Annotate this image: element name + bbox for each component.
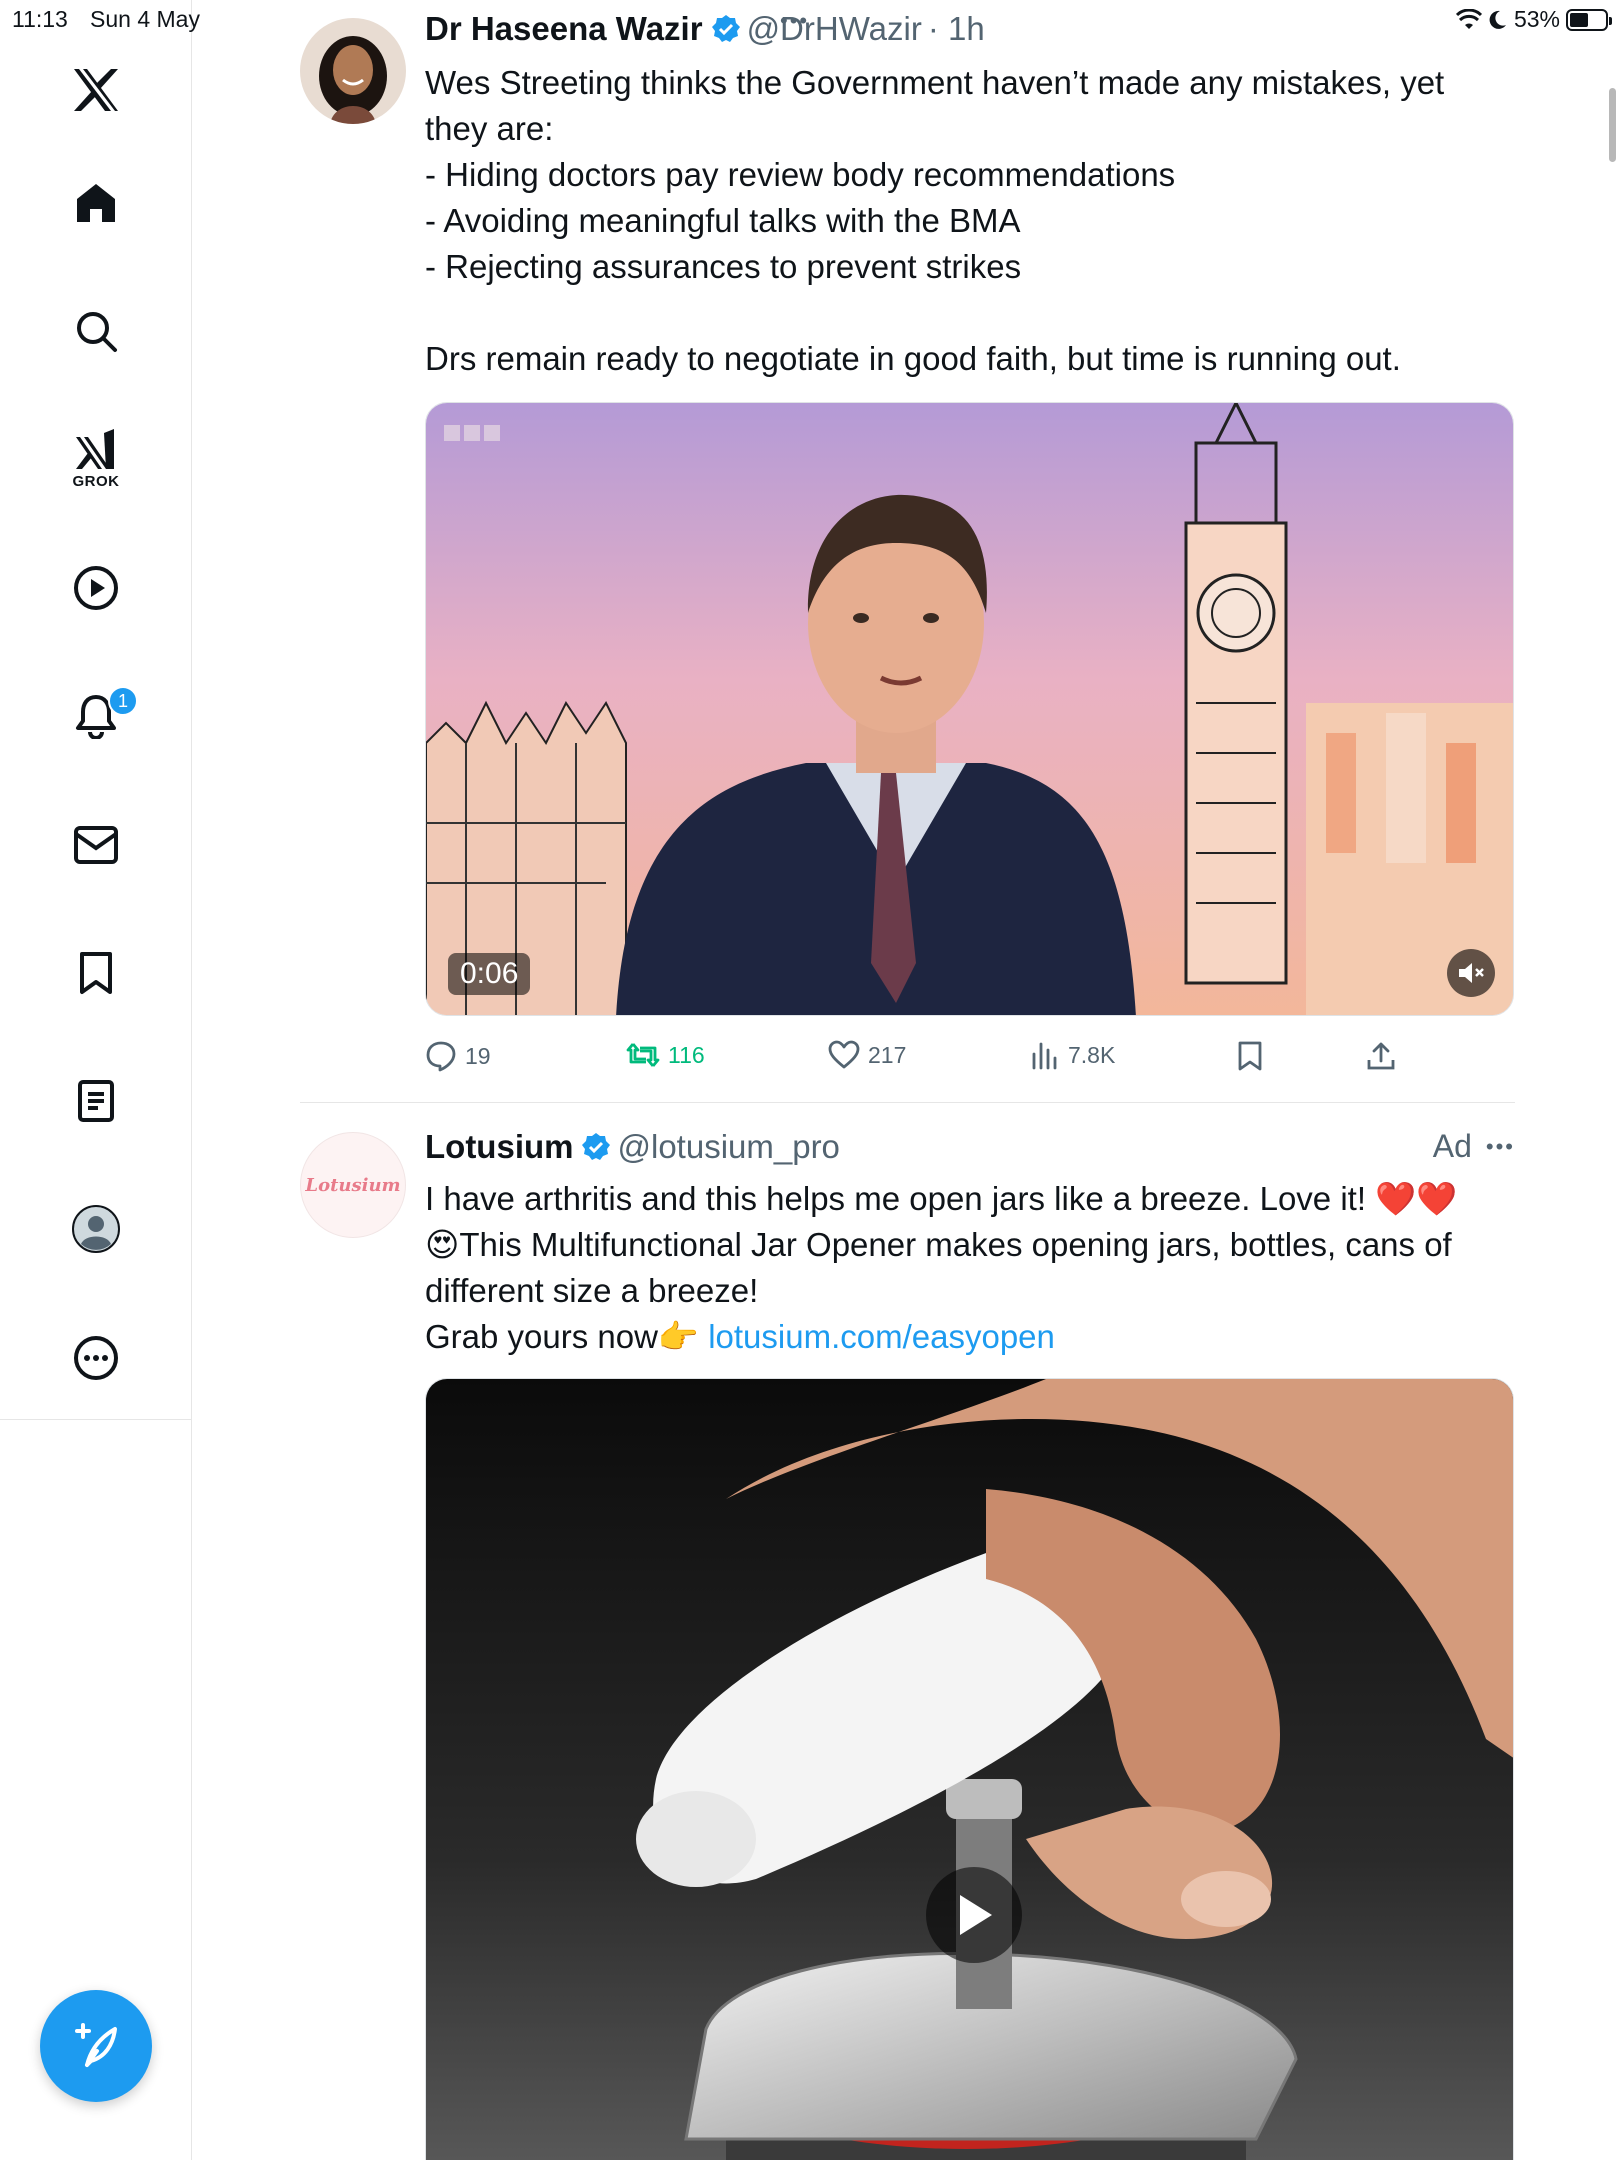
sidebar-item-explore[interactable] — [0, 291, 192, 371]
retweet-count: 116 — [668, 1041, 705, 1068]
tweet-text-line-3: Grab yours now👉 — [425, 1318, 709, 1355]
article-icon — [78, 1080, 114, 1122]
like-count: 217 — [868, 1041, 907, 1068]
profile-icon — [72, 1205, 120, 1253]
play-icon — [74, 566, 118, 610]
sidebar-item-grok[interactable]: GROK — [0, 419, 192, 499]
ad-video[interactable] — [425, 1378, 1514, 2160]
sidebar-item-bookmarks[interactable] — [0, 933, 192, 1013]
video-thumbnail — [426, 1379, 1513, 2160]
tweet-video[interactable]: 0:06 — [425, 402, 1514, 1016]
sidebar-border — [191, 1420, 192, 2160]
author-name[interactable]: Lotusium — [425, 1128, 573, 1166]
ad-link[interactable]: lotusium.com/easyopen — [708, 1318, 1055, 1355]
scrollbar[interactable] — [1609, 88, 1616, 162]
heart-icon — [828, 1040, 860, 1069]
mail-icon — [74, 826, 118, 864]
grok-label: GROK — [72, 472, 120, 490]
sidebar-item-home[interactable] — [0, 163, 192, 243]
more-icon — [74, 1336, 118, 1380]
home-icon — [77, 184, 115, 222]
tweet-actions: 19 116 217 7.8K — [425, 1040, 1425, 1090]
verified-badge-icon — [581, 1132, 611, 1162]
sidebar-item-messages[interactable] — [0, 805, 192, 885]
sidebar-item-notifications[interactable]: 1 — [0, 676, 192, 756]
status-bar: 11:13 Sun 4 May ••• 53% — [0, 0, 1620, 40]
battery-percent: 53% — [1513, 6, 1560, 32]
search-icon — [77, 312, 117, 352]
video-thumbnail — [426, 403, 1513, 1015]
muted-speaker-icon — [1459, 963, 1484, 983]
play-icon — [960, 1895, 992, 1935]
avatar[interactable]: Lotusium — [300, 1132, 406, 1238]
bookmark-button[interactable] — [1237, 1040, 1263, 1072]
ad-label: Ad ••• — [1433, 1128, 1515, 1165]
share-button[interactable] — [1365, 1040, 1397, 1072]
sidebar-item-articles[interactable] — [0, 1061, 192, 1141]
tweet-text: I have arthritis and this helps me open … — [425, 1176, 1515, 1360]
mute-button[interactable] — [1447, 949, 1495, 997]
sidebar-item-more[interactable] — [0, 1318, 192, 1398]
bookmark-icon — [1238, 1041, 1262, 1071]
status-time: 11:13 — [12, 6, 68, 32]
notification-badge: 1 — [108, 686, 138, 716]
views-count: 7.8K — [1068, 1041, 1116, 1068]
compose-icon — [75, 2023, 117, 2067]
views-icon — [1032, 1042, 1057, 1070]
x-logo-icon[interactable] — [0, 50, 192, 130]
multitasking-dots-icon[interactable]: ••• — [780, 8, 809, 34]
share-icon — [1367, 1042, 1395, 1070]
video-timestamp: 0:06 — [448, 953, 531, 995]
retweet-button[interactable]: 116 — [626, 1040, 705, 1070]
tweet-divider — [300, 1102, 1515, 1103]
play-button[interactable] — [926, 1867, 1022, 1963]
author-handle[interactable]: @lotusium_pro — [617, 1128, 839, 1166]
tweet-text-line-2: 😍This Multifunctional Jar Opener makes o… — [425, 1226, 1461, 1309]
compose-button[interactable] — [40, 1990, 152, 2102]
retweet-icon — [626, 1043, 660, 1067]
views-button[interactable]: 7.8K — [1030, 1040, 1115, 1070]
tweet-text: Wes Streeting thinks the Government have… — [425, 64, 1445, 377]
avatar-logo-text: Lotusium — [305, 1174, 401, 1196]
battery-icon — [1566, 8, 1612, 31]
wifi-icon — [1455, 8, 1482, 29]
bookmark-icon — [80, 952, 112, 994]
promoted-tweet[interactable]: Lotusium Lotusium @lotusium_pro Ad ••• I… — [300, 1128, 1515, 2160]
reply-button[interactable]: 19 — [425, 1040, 491, 1072]
more-options-icon[interactable]: ••• — [1486, 1134, 1515, 1160]
tweet-text-line-1: I have arthritis and this helps me open … — [425, 1180, 1458, 1217]
grok-icon — [76, 428, 114, 469]
reply-count: 19 — [465, 1042, 491, 1069]
sidebar-item-videos[interactable] — [0, 548, 192, 628]
sidebar: GROK 1 — [0, 0, 192, 1420]
status-indicators: 53% — [1455, 6, 1612, 33]
ad-badge: Ad — [1432, 1128, 1472, 1164]
moon-icon — [1489, 10, 1506, 29]
reply-icon — [426, 1041, 456, 1072]
tweet[interactable]: Dr Haseena Wazir @DrHWazir · 1h Wes Stre… — [300, 10, 1515, 1100]
sidebar-item-profile[interactable] — [0, 1189, 192, 1269]
status-date: Sun 4 May — [90, 6, 200, 32]
tweet-header: Lotusium @lotusium_pro — [425, 1128, 840, 1166]
like-button[interactable]: 217 — [828, 1040, 906, 1070]
